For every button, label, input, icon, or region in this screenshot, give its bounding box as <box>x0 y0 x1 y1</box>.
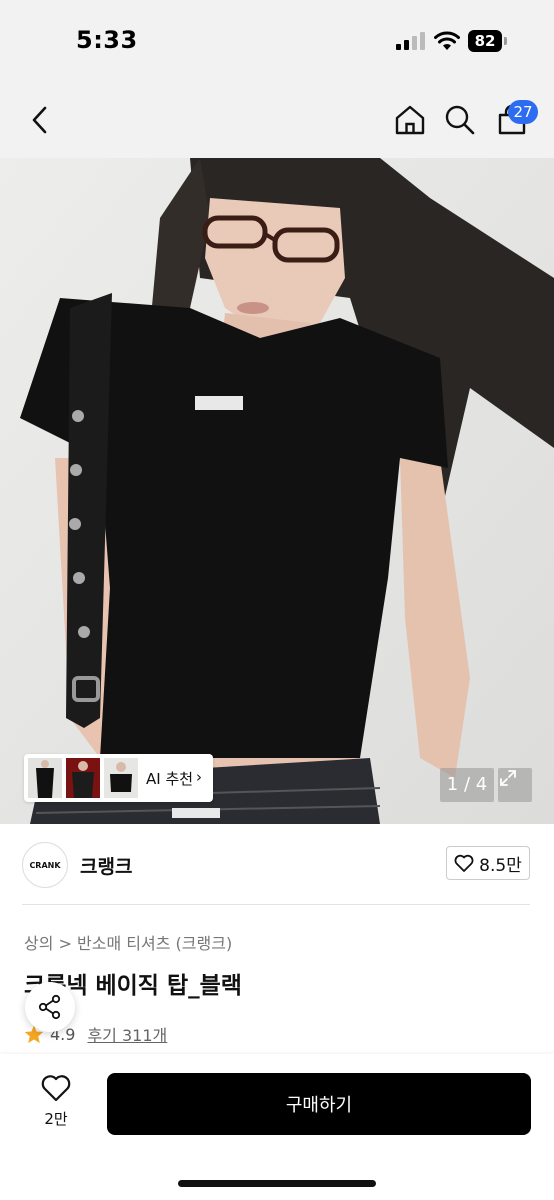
expand-button[interactable] <box>498 768 532 802</box>
reviews-link[interactable]: 후기 311개 <box>87 1022 167 1046</box>
breadcrumb-category[interactable]: 상의 <box>24 934 53 953</box>
signal-icon <box>396 32 425 50</box>
battery-nub <box>504 37 507 45</box>
share-button[interactable] <box>25 982 75 1032</box>
brand-logo-text: CRANK <box>29 860 61 870</box>
brand-like-count: 8.5만 <box>479 855 522 876</box>
ai-recommend-label: AI 추천 <box>146 770 194 788</box>
thumbnail-1 <box>28 758 62 798</box>
image-counter: 1 / 4 <box>440 768 494 802</box>
home-icon <box>395 105 425 135</box>
thumbnail-3 <box>104 758 138 798</box>
buy-button[interactable]: 구매하기 <box>107 1073 531 1135</box>
expand-icon <box>500 770 516 786</box>
ai-recommend-button[interactable]: AI 추천 › <box>24 754 213 802</box>
search-button[interactable] <box>442 102 478 138</box>
chevron-right-icon: › <box>196 768 202 786</box>
back-icon <box>32 106 47 134</box>
brand-name[interactable]: 크랭크 <box>80 852 132 879</box>
product-image[interactable]: AI 추천 › 1 / 4 <box>0 158 554 824</box>
back-button[interactable] <box>22 102 58 138</box>
wishlist-button[interactable]: 2만 <box>26 1074 86 1134</box>
product-photo <box>0 158 554 824</box>
search-icon <box>445 105 475 135</box>
status-time: 5:33 <box>76 26 138 54</box>
nav-bar <box>0 84 554 160</box>
wishlist-count: 2만 <box>44 1110 68 1128</box>
battery-icon: 82 <box>468 30 508 52</box>
status-bar: 5:33 82 <box>0 0 554 84</box>
brand-like-button[interactable]: 8.5만 <box>446 846 530 880</box>
divider <box>22 904 530 905</box>
breadcrumb: 상의 > 반소매 티셔츠 (크랭크) <box>24 930 232 954</box>
share-icon <box>38 994 61 1020</box>
breadcrumb-subcategory[interactable]: 반소매 티셔츠 (크랭크) <box>77 934 232 953</box>
cart-badge: 27 <box>508 100 538 124</box>
thumbnail-2 <box>66 758 100 798</box>
wifi-icon <box>434 31 460 50</box>
battery-level: 82 <box>468 30 502 52</box>
breadcrumb-separator: > <box>58 934 72 953</box>
home-indicator <box>178 1180 376 1187</box>
home-button[interactable] <box>392 102 428 138</box>
heart-icon <box>454 854 474 872</box>
brand-logo[interactable]: CRANK <box>22 842 68 888</box>
heart-icon <box>41 1075 71 1102</box>
bottom-bar: 2만 구매하기 <box>0 1054 554 1200</box>
